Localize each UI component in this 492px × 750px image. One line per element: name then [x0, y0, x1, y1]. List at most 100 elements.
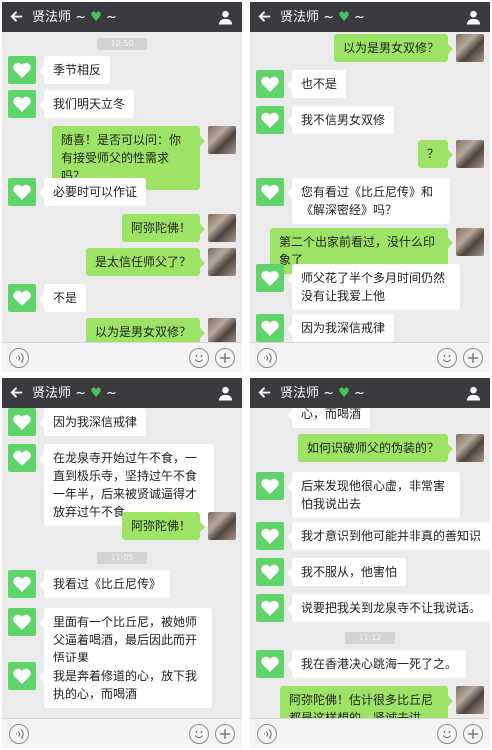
message-bubble[interactable]: 必要时可以作证	[38, 178, 147, 206]
contact-avatar[interactable]	[8, 444, 36, 472]
back-arrow-icon[interactable]	[257, 9, 272, 24]
contact-profile-icon[interactable]	[466, 9, 481, 25]
voice-input-button[interactable]	[257, 348, 277, 368]
chat-screen-1: 贤法师 ~ ♥ ~ 10:50 季节相反 我们明天立冬 随喜！是否可以问：你有接…	[2, 2, 242, 372]
voice-input-button[interactable]	[257, 724, 277, 744]
message-bubble[interactable]: 如何识破师父的伪装的？	[297, 434, 454, 462]
more-button[interactable]	[463, 348, 483, 368]
message-bubble[interactable]: 您有看过《比丘尼传》和《解深密经》吗？	[287, 178, 450, 224]
message-bubble[interactable]: 因为我深信戒律	[38, 408, 147, 436]
message-bubble[interactable]: 我不信男女双修	[286, 106, 395, 134]
contact-avatar[interactable]	[8, 56, 36, 84]
message-row: 季节相反	[2, 56, 242, 86]
message-bubble[interactable]: 后来发现他很心虚，非常害怕我说出去	[287, 472, 460, 518]
contact-avatar[interactable]	[256, 106, 284, 134]
message-row: 我不信男女双修	[250, 106, 490, 136]
message-list[interactable]: 以为是男女双修？ 也不是 我不信男女双修 ？ 您有看过《比丘尼传》和《解深密经》…	[250, 32, 490, 342]
message-row: 我才意识到他可能并非真的善知识	[250, 522, 490, 552]
contact-avatar[interactable]	[256, 594, 284, 622]
message-bubble[interactable]: 我才意识到他可能并非真的善知识	[287, 522, 490, 550]
contact-avatar[interactable]	[8, 178, 36, 206]
message-bubble[interactable]: 是太信任师父了？	[85, 248, 206, 276]
message-bubble[interactable]: 阿弥陀佛！估计很多比丘尼都是这样想的，贤诚去讲说：贤诚法师就	[280, 686, 453, 718]
user-avatar[interactable]	[208, 214, 236, 242]
chat-title: 贤法师 ~ ♥ ~	[32, 386, 117, 401]
contact-avatar[interactable]	[8, 570, 36, 598]
more-button[interactable]	[215, 724, 235, 744]
user-avatar[interactable]	[208, 318, 236, 342]
message-list[interactable]: 10:50 季节相反 我们明天立冬 随喜！是否可以问：你有接受师父的性需求吗？ …	[2, 32, 242, 342]
back-arrow-icon[interactable]	[9, 9, 24, 24]
message-row: 我们明天立冬	[2, 90, 242, 120]
message-bubble[interactable]: 我在香港决心跳海一死了之。	[286, 650, 467, 678]
emoji-button[interactable]	[189, 348, 209, 368]
emoji-button[interactable]	[189, 724, 209, 744]
message-bubble[interactable]: ？	[417, 140, 454, 168]
message-row: ？	[250, 140, 490, 170]
voice-input-button[interactable]	[9, 724, 29, 744]
message-bubble[interactable]: 季节相反	[38, 56, 111, 84]
contact-avatar[interactable]	[8, 284, 36, 312]
user-avatar[interactable]	[456, 434, 484, 462]
emoji-button[interactable]	[437, 348, 457, 368]
message-bubble[interactable]: 以为是男女双修？	[85, 318, 206, 342]
contact-avatar[interactable]	[256, 178, 284, 206]
contact-avatar[interactable]	[8, 90, 36, 118]
message-list[interactable]: 心，而喝酒 如何识破师父的伪装的？ 后来发现他很心虚，非常害怕我说出去 我才意识…	[250, 408, 490, 718]
back-arrow-icon[interactable]	[9, 385, 24, 400]
message-bubble[interactable]: 我不服从，他害怕	[286, 558, 407, 586]
message-bubble[interactable]: 阿弥陀佛！	[121, 214, 206, 242]
back-arrow-icon[interactable]	[257, 385, 272, 400]
message-bubble[interactable]: 不是	[38, 284, 87, 312]
contact-avatar[interactable]	[8, 408, 36, 436]
message-row: 在龙泉寺开始过午不食，一直到极乐寺，坚持过午不食一年半，后来被贤诚逼得才放弃过午…	[2, 444, 242, 526]
message-row: 里面有一个比丘尼，被她师父逼着喝酒，最后因此而开悟证果	[2, 608, 242, 672]
message-bubble[interactable]: 以为是男女双修？	[333, 34, 454, 62]
contact-avatar[interactable]	[256, 264, 284, 292]
message-bubble[interactable]: 我们明天立冬	[38, 90, 135, 118]
emoji-button[interactable]	[437, 724, 457, 744]
contact-avatar[interactable]	[8, 662, 36, 690]
contact-profile-icon[interactable]	[466, 385, 481, 401]
message-list[interactable]: 因为我深信戒律 在龙泉寺开始过午不食，一直到极乐寺，坚持过午不食一年半，后来被贤…	[2, 408, 242, 718]
chat-screen-2: 贤法师 ~ ♥ ~ 以为是男女双修？ 也不是 我不信男女双修 ？ 您有看过《比丘…	[250, 2, 490, 372]
contact-avatar[interactable]	[256, 314, 284, 342]
message-row: 如何识破师父的伪装的？	[250, 434, 490, 464]
contact-avatar[interactable]	[256, 522, 284, 550]
message-bubble[interactable]: 心，而喝酒	[286, 408, 371, 428]
user-avatar[interactable]	[456, 34, 484, 62]
message-bubble[interactable]: 因为我深信戒律	[286, 314, 395, 342]
user-avatar[interactable]	[208, 248, 236, 276]
more-button[interactable]	[463, 724, 483, 744]
voice-icon	[16, 353, 24, 363]
voice-icon	[264, 729, 272, 739]
contact-avatar[interactable]	[256, 70, 284, 98]
more-button[interactable]	[215, 348, 235, 368]
contact-avatar[interactable]	[256, 650, 284, 678]
plus-icon	[220, 729, 230, 739]
plus-icon	[468, 353, 478, 363]
timestamp: 11:12	[345, 632, 395, 644]
user-avatar[interactable]	[456, 228, 484, 256]
input-toolbar	[250, 718, 490, 748]
message-bubble[interactable]: 师父花了半个多月时间仍然没有让我爱上他	[287, 264, 460, 310]
user-avatar[interactable]	[208, 512, 236, 540]
contact-profile-icon[interactable]	[218, 385, 233, 401]
contact-profile-icon[interactable]	[218, 9, 233, 25]
contact-avatar[interactable]	[256, 558, 284, 586]
user-avatar[interactable]	[456, 140, 484, 168]
user-avatar[interactable]	[208, 126, 236, 154]
message-bubble[interactable]: 说要把我关到龙泉寺不让我说话。	[287, 594, 490, 622]
message-bubble[interactable]: 我是奔着修道的心，放下我执的心，而喝酒	[39, 662, 212, 708]
input-toolbar	[2, 342, 242, 372]
message-row: 因为我深信戒律	[250, 314, 490, 342]
contact-avatar[interactable]	[256, 472, 284, 500]
contact-avatar[interactable]	[8, 608, 36, 636]
smiley-icon	[442, 355, 452, 363]
user-avatar[interactable]	[456, 686, 484, 714]
message-bubble[interactable]: 我看过《比丘尼传》	[38, 570, 171, 598]
voice-input-button[interactable]	[9, 348, 29, 368]
message-bubble[interactable]: 阿弥陀佛！	[121, 512, 206, 540]
message-bubble[interactable]: 也不是	[286, 70, 347, 98]
smiley-icon	[442, 731, 452, 739]
